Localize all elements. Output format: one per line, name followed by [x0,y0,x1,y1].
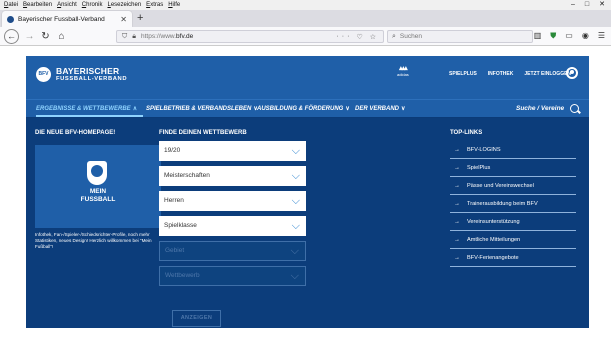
finder-heading: FINDE DEINEN WETTBEWERB [159,130,247,136]
toplink-item[interactable]: → SpielPlus [450,159,576,177]
main-navigation: ERGEBNISSE & WETTBEWERBE ∧ SPIELBETRIEB &… [26,99,589,117]
library-icon[interactable]: ▥ [534,31,542,41]
header-top-links: SPIELPLUS INFOTHEK JETZT EINLOGGEN [449,71,571,77]
address-bar[interactable]: ⛉ 🔒︎ https://www.bfv.de ··· ♡ ☆ [116,30,384,43]
lock-icon[interactable]: 🔒︎ [132,33,136,41]
arrow-right-icon: → [454,237,460,243]
bfv-logo-icon[interactable]: BFV [36,67,51,82]
nav-spielbetrieb[interactable]: SPIELBETRIEB & VERBANDSLEBEN ∨ [146,105,258,112]
competition-select: Wettbewerb ⌵ [159,266,306,286]
toplinks-heading: TOP-LINKS [450,130,483,136]
chevron-down-icon: ⌵ [291,170,300,182]
tracking-shield-icon[interactable]: ⛉ [122,33,127,41]
mein-fussball-emblem-icon [87,161,107,185]
toolbar-icons: ▥ ⛊ ▭ ◉ ☰ [534,31,605,41]
promo-heading: DIE NEUE BFV-HOMEPAGE! [35,130,116,136]
region-select: Gebiet ⌵ [159,241,306,261]
toplink-item[interactable]: → Pässe und Vereinswechsel [450,177,576,195]
toplink-item[interactable]: → BFV-LOGINS [450,141,576,159]
link-login[interactable]: JETZT EINLOGGEN [524,71,571,77]
account-icon[interactable]: ◉ [582,31,589,41]
maximize-icon[interactable]: □ [585,0,589,10]
menu-bar: Datei Bearbeiten Ansicht Chronik Lesezei… [0,0,611,10]
sponsor-logo[interactable]: ▴▴▴ adidas [397,65,409,78]
window-controls: – □ ✕ [571,0,605,10]
league-select[interactable]: Spielklasse ⌵ [159,216,306,236]
nav-ausbildung[interactable]: AUSBILDUNG & FÖRDERUNG ∨ [257,105,350,112]
hamburger-menu-icon[interactable]: ☰ [598,31,605,41]
favicon-icon [7,15,14,23]
promo-text: Infothek, Fan-/Spieler-/Schiedsrichter-P… [35,232,152,249]
chevron-down-icon: ⌵ [291,220,300,232]
menu-history[interactable]: Chronik [82,0,103,10]
nav-ergebnisse[interactable]: ERGEBNISSE & WETTBEWERBE ∧ [36,105,137,112]
site-logo[interactable]: BAYERISCHER FUSSBALL-VERBAND [56,67,127,83]
new-tab-icon[interactable]: + [137,12,143,25]
bookmark-star-icon[interactable]: ☆ [370,33,379,41]
menu-view[interactable]: Ansicht [57,0,77,10]
sidebar-icon[interactable]: ▭ [565,31,573,41]
forward-icon[interactable]: → [22,29,37,44]
toplink-item[interactable]: → Vereinsunterstützung [450,213,576,231]
arrow-right-icon: → [454,255,460,261]
user-login-icon[interactable] [566,67,578,79]
arrow-right-icon: → [454,147,460,153]
link-spielplus[interactable]: SPIELPLUS [449,71,477,77]
reload-icon[interactable]: ↻ [38,29,53,44]
promo-caption: MEIN FUSSBALL [80,188,116,203]
team-type-select[interactable]: Herren ⌵ [159,191,306,211]
arrow-right-icon: → [454,219,460,225]
close-window-icon[interactable]: ✕ [599,0,605,10]
menu-file[interactable]: Datei [4,0,18,10]
chevron-down-icon: ⌵ [291,145,300,157]
menu-edit[interactable]: Bearbeiten [23,0,52,10]
browser-tab[interactable]: Bayerischer Fussball-Verband ✕ [2,11,132,27]
chevron-down-icon: ⌵ [290,245,299,257]
tab-title: Bayerischer Fussball-Verband [18,15,105,23]
search-bar[interactable]: ⌕ Suchen [387,30,533,43]
link-infothek[interactable]: INFOTHEK [488,71,514,77]
page-actions-icon[interactable]: ··· [336,33,352,40]
home-icon[interactable]: ⌂ [54,29,69,44]
back-icon[interactable]: ← [4,29,19,44]
web-page: BFV BAYERISCHER FUSSBALL-VERBAND ▴▴▴ adi… [0,47,611,353]
url-text[interactable]: https://www.bfv.de [141,33,336,40]
tab-bar: Bayerischer Fussball-Verband ✕ + [0,10,611,27]
promo-card[interactable]: MEIN FUSSBALL [35,145,161,228]
site-header: BFV BAYERISCHER FUSSBALL-VERBAND ▴▴▴ adi… [26,56,589,99]
nav-search-button[interactable]: Suche / Vereine [516,104,580,113]
minimize-icon[interactable]: – [571,0,575,10]
pocket-icon[interactable]: ♡ [356,33,365,41]
navigation-toolbar: ← → ↻ ⌂ ⛉ 🔒︎ https://www.bfv.de ··· ♡ ☆ … [0,27,611,46]
active-nav-underline [36,115,143,117]
toplink-item[interactable]: → Trainerausbildung beim BFV [450,195,576,213]
mega-menu-panel: DIE NEUE BFV-HOMEPAGE! MEIN FUSSBALL Inf… [26,118,589,328]
arrow-right-icon: → [454,183,460,189]
competition-type-select[interactable]: Meisterschaften ⌵ [159,166,306,186]
chevron-down-icon: ⌵ [291,195,300,207]
nav-verband[interactable]: DER VERBAND ∨ [355,105,405,112]
chevron-down-icon: ⌵ [290,270,299,282]
toplink-item[interactable]: → BFV-Ferienangebote [450,249,576,267]
show-button[interactable]: ANZEIGEN [172,310,221,327]
search-icon: ⌕ [392,32,396,40]
ublock-icon[interactable]: ⛊ [550,31,556,41]
arrow-right-icon: → [454,165,460,171]
search-icon [570,104,580,113]
site-container: BFV BAYERISCHER FUSSBALL-VERBAND ▴▴▴ adi… [26,56,589,328]
search-placeholder: Suchen [399,33,422,40]
season-select[interactable]: 19/20 ⌵ [159,141,306,161]
menu-tools[interactable]: Extras [146,0,163,10]
arrow-right-icon: → [454,201,460,207]
toplink-item[interactable]: → Amtliche Mitteilungen [450,231,576,249]
tab-close-icon[interactable]: ✕ [120,15,127,24]
menu-help[interactable]: Hilfe [168,0,180,10]
menu-bookmarks[interactable]: Lesezeichen [107,0,141,10]
